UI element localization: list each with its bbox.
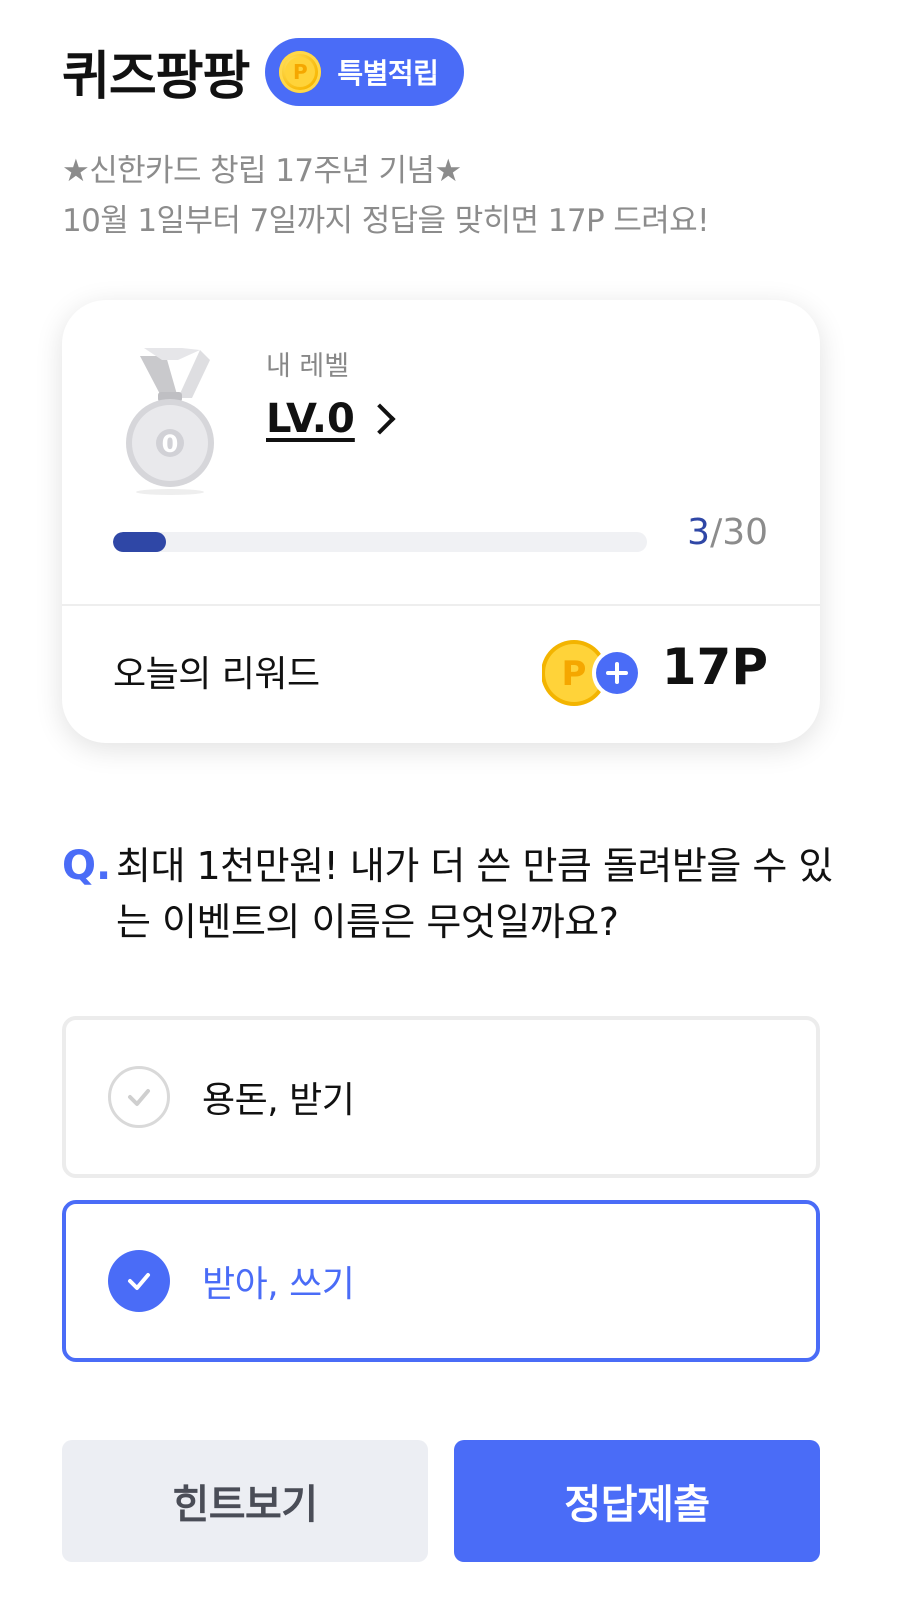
event-description-line-2: 10월 1일부터 7일까지 정답을 맞히면 17P 드려요! (62, 203, 710, 239)
event-description-line-1: ★신한카드 창립 17주년 기념★ (62, 153, 462, 189)
level-link[interactable]: LV.0 (266, 396, 396, 442)
level-label: 내 레벨 (266, 351, 350, 382)
chevron-right-icon (364, 403, 396, 435)
medal-icon: 0 (126, 348, 214, 495)
medal-number: 0 (162, 430, 179, 458)
event-description: ★신한카드 창립 17주년 기념★ 10월 1일부터 7일까지 정답을 맞히면 … (62, 146, 862, 246)
check-circle-selected-icon (108, 1250, 170, 1312)
question-text: 최대 1천만원! 내가 더 쓴 만큼 돌려받을 수 있는 이벤트의 이름은 무엇… (116, 844, 833, 944)
header: 퀴즈팡팡 P 특별적립 (62, 34, 465, 109)
special-reward-badge: P 특별적립 (265, 37, 465, 106)
badge-label: 특별적립 (337, 56, 439, 90)
submit-answer-button[interactable]: 정답제출 (454, 1440, 820, 1562)
quiz-question: Q. 최대 1천만원! 내가 더 쓴 만큼 돌려받을 수 있는 이벤트의 이름은… (62, 838, 842, 950)
check-circle-icon (108, 1066, 170, 1128)
level-progress-bar (113, 532, 647, 552)
quiz-page: 퀴즈팡팡 P 특별적립 ★신한카드 창립 17주년 기념★ 10월 1일부터 7… (0, 0, 904, 1612)
level-progress-fill (113, 532, 167, 552)
level-progress-text: 3/30 (687, 512, 768, 553)
page-title: 퀴즈팡팡 (62, 47, 250, 107)
todays-reward-value: 17P (661, 638, 768, 696)
level-value[interactable]: LV.0 (266, 396, 355, 442)
question-mark: Q. (62, 843, 112, 889)
level-card: 0 내 레벨 LV.0 3/30 오늘의 리워드 P 17P (62, 300, 820, 743)
answer-option-1[interactable]: 용돈, 받기 (62, 1016, 820, 1178)
todays-reward-label: 오늘의 리워드 (113, 654, 320, 695)
progress-total: /30 (710, 512, 768, 553)
point-coin-icon: P (279, 50, 322, 93)
answer-option-2[interactable]: 받아, 쓰기 (62, 1200, 820, 1362)
hint-button[interactable]: 힌트보기 (62, 1440, 428, 1562)
answer-option-label: 받아, 쓰기 (202, 1264, 355, 1305)
svg-text:P: P (562, 654, 587, 694)
answer-option-label: 용돈, 받기 (202, 1080, 355, 1121)
point-plus-icon: P (542, 640, 642, 706)
divider (62, 604, 820, 606)
progress-current: 3 (687, 512, 711, 553)
